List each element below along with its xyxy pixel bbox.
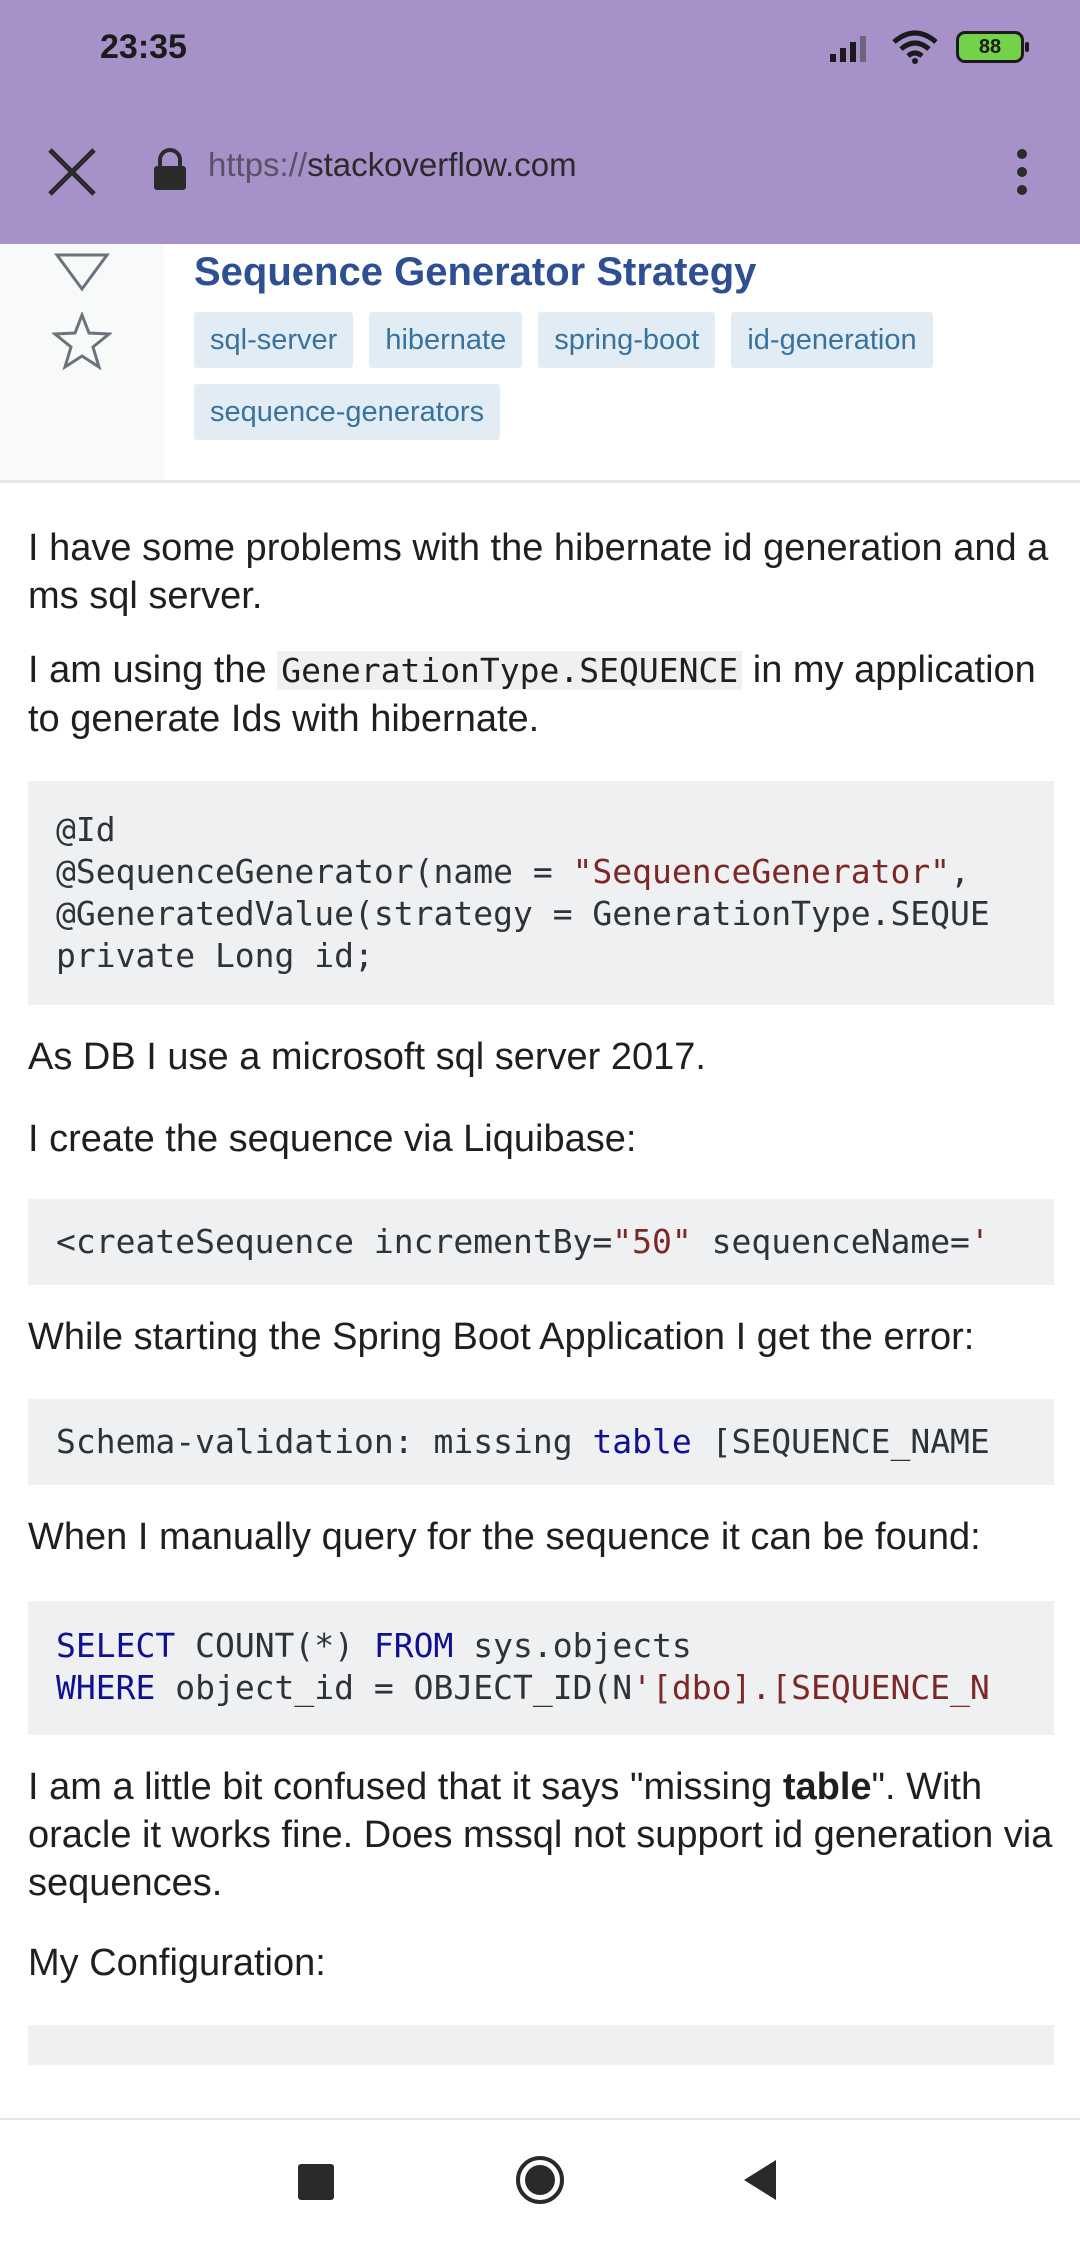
code4-b: COUNT(*) (175, 1626, 374, 1665)
code4-f: object_id = OBJECT_ID(N (155, 1668, 633, 1707)
status-time: 23:35 (100, 28, 187, 66)
paragraph-8: My Configuration: (28, 1942, 326, 1984)
code2-c: sequenceName= (691, 1222, 970, 1261)
vote-column (0, 244, 164, 480)
paragraph-4: I create the sequence via Liquibase: (28, 1118, 637, 1160)
paragraph-3: As DB I use a microsoft sql server 2017. (28, 1036, 706, 1078)
paragraph-1: I have some problems with the hibernate … (28, 527, 1049, 617)
lock-icon (154, 148, 186, 190)
url-bar[interactable]: https://stackoverflow.com (208, 146, 577, 184)
question-header: Sequence Generator Strategy sql-server h… (0, 244, 1080, 483)
code4-a: SELECT (56, 1626, 176, 1665)
signal-icon (830, 36, 866, 62)
url-scheme: https:// (208, 146, 308, 183)
paragraph-7-text-a: I am a little bit confused that it says … (28, 1766, 783, 1808)
code3-a: Schema-validation: missing (56, 1422, 593, 1461)
tag-id-generation[interactable]: id-generation (731, 312, 933, 368)
recent-apps-button[interactable] (298, 2164, 334, 2200)
code4-g: '[dbo].[SEQUENCE_N (632, 1668, 990, 1707)
tag-sequence-generators[interactable]: sequence-generators (194, 384, 501, 440)
home-button[interactable] (514, 2154, 566, 2206)
code1-line-2c: , (950, 852, 970, 891)
code-block-2[interactable]: <createSequence incrementBy="50" sequenc… (28, 1199, 1054, 1285)
code-block-1[interactable]: @Id @SequenceGenerator(name = "SequenceG… (28, 781, 1054, 1005)
url-host: stackoverflow.com (307, 146, 577, 183)
code-block-5-partial (28, 2025, 1054, 2065)
code4-e: WHERE (56, 1668, 156, 1707)
tag-sql-server[interactable]: sql-server (194, 312, 354, 368)
close-icon[interactable] (40, 140, 104, 204)
paragraph-6: When I manually query for the sequence i… (28, 1516, 981, 1558)
wifi-icon (892, 30, 938, 64)
code1-line-3: @GeneratedValue(strategy = GenerationTyp… (56, 894, 990, 933)
code1-line-4: private Long id; (56, 936, 374, 975)
code4-d: sys.objects (453, 1626, 692, 1665)
more-vert-icon[interactable] (1002, 140, 1042, 204)
browser-toolbar: https://stackoverflow.com (0, 96, 1080, 244)
code4-c: FROM (373, 1626, 454, 1665)
code2-a: <createSequence incrementBy= (56, 1222, 613, 1261)
status-bar: 23:35 88 (0, 0, 1080, 96)
status-icons: 88 (830, 30, 1029, 64)
back-button[interactable] (742, 2158, 778, 2202)
code1-line-2b: "SequenceGenerator" (572, 852, 951, 891)
code3-b: table (592, 1422, 692, 1461)
system-nav-bar (0, 2118, 1080, 2248)
code1-line-1: @Id (56, 810, 116, 849)
paragraph-2-text-a: I am using the (28, 649, 278, 691)
tag-list: sql-server hibernate spring-boot id-gene… (194, 312, 1054, 440)
question-body: I have some problems with the hibernate … (28, 480, 1080, 2065)
code1-line-2a: @SequenceGenerator(name = (56, 852, 573, 891)
code2-d: ' (969, 1222, 990, 1261)
code-block-3[interactable]: Schema-validation: missing table [SEQUEN… (28, 1399, 1054, 1485)
tag-hibernate[interactable]: hibernate (369, 312, 523, 368)
inline-code: GenerationType.SEQUENCE (277, 651, 743, 690)
question-title[interactable]: Sequence Generator Strategy (194, 250, 756, 295)
battery-level: 88 (978, 35, 1002, 58)
star-icon[interactable] (52, 312, 112, 370)
paragraph-7: I am a little bit confused that it says … (28, 1763, 1058, 1907)
vote-down-icon[interactable] (54, 252, 110, 292)
paragraph-5: While starting the Spring Boot Applicati… (28, 1316, 975, 1358)
battery-icon: 88 (956, 31, 1029, 63)
code3-c: [SEQUENCE_NAME (691, 1422, 990, 1461)
code-block-4[interactable]: SELECT COUNT(*) FROM sys.objects WHERE o… (28, 1601, 1054, 1735)
paragraph-7-bold: table (782, 1766, 872, 1808)
code2-b: "50" (612, 1222, 692, 1261)
tag-spring-boot[interactable]: spring-boot (538, 312, 716, 368)
paragraph-2: I am using the GenerationType.SEQUENCE i… (28, 646, 1058, 743)
